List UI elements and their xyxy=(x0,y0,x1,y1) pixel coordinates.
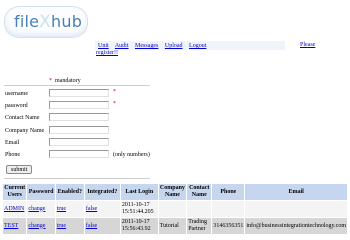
phone-cell: 3146356351 xyxy=(212,218,245,234)
logo-text: fileXhub xyxy=(14,12,82,32)
last-login-cell: 2011-10-17 15:56:43.92 xyxy=(120,218,158,234)
logo-part-file: file xyxy=(14,12,40,31)
col-header-email: Email xyxy=(245,184,347,200)
col-header-integrated: Integrated? xyxy=(84,184,120,200)
users-table: Current Users Password Enabled? Integrat… xyxy=(2,183,348,235)
company-name-label: Company Name xyxy=(5,127,45,134)
nav-bar: Unit Audit Messages Upload Logout xyxy=(95,41,285,50)
username-field[interactable] xyxy=(49,89,109,97)
integrated-toggle-link[interactable]: false xyxy=(86,206,97,212)
nav-link-messages[interactable]: Messages xyxy=(135,43,158,49)
nav-link-logout[interactable]: Logout xyxy=(189,43,206,49)
nav-link-register[interactable]: register!! xyxy=(96,49,118,57)
contact-name-cell: Trading Partner xyxy=(187,218,212,234)
phone-cell xyxy=(212,201,245,217)
col-header-company-name: Company Name xyxy=(158,184,187,200)
change-password-link[interactable]: change xyxy=(28,223,45,229)
col-header-phone: Phone xyxy=(212,184,245,200)
password-field[interactable] xyxy=(49,101,109,110)
form-row-company-name: Company Name xyxy=(4,125,150,137)
contact-name-label: Contact Name xyxy=(5,115,40,122)
username-label: username xyxy=(5,91,28,97)
mandatory-text: mandatory xyxy=(55,78,81,84)
nav-link-upload[interactable]: Upload xyxy=(165,43,183,49)
submit-button[interactable]: submit xyxy=(6,165,33,174)
username-required-star: * xyxy=(113,89,116,95)
col-header-current-users: Current Users xyxy=(3,184,27,200)
company-name-field[interactable] xyxy=(49,125,109,134)
email-cell xyxy=(245,201,347,217)
company-name-cell xyxy=(158,201,187,217)
enabled-toggle-link[interactable]: true xyxy=(57,223,66,229)
last-login-cell: 2011-10-17 15:51:44.205 xyxy=(120,201,158,217)
logo-part-hub: hub xyxy=(51,12,83,31)
user-form: * mandatory username * password * Contac… xyxy=(4,76,150,161)
form-row-contact-name: Contact Name xyxy=(4,112,150,124)
form-row-phone: Phone (only numbers) xyxy=(4,149,150,161)
phone-field[interactable] xyxy=(49,149,109,158)
password-label: password xyxy=(5,103,28,110)
mandatory-note: * mandatory xyxy=(4,76,150,88)
col-header-password: Password xyxy=(27,184,55,200)
phone-label: Phone xyxy=(5,151,20,158)
nav-link-please[interactable]: Please xyxy=(300,41,315,49)
form-row-email: Email xyxy=(4,137,150,149)
email-cell: info@businessintegrationtechnology.com xyxy=(245,218,347,234)
user-link[interactable]: ADMIN xyxy=(4,206,24,212)
col-header-enabled: Enabled? xyxy=(55,184,84,200)
table-row: TEST change true false 2011-10-17 15:56:… xyxy=(3,218,347,234)
email-label: Email xyxy=(5,139,20,146)
filexhub-logo: fileXhub xyxy=(4,6,88,38)
password-required-star: * xyxy=(113,101,116,108)
user-link[interactable]: TEST xyxy=(4,223,18,229)
contact-name-cell xyxy=(187,201,212,217)
contact-name-field[interactable] xyxy=(49,113,109,122)
table-row: ADMIN change true false 2011-10-17 15:51… xyxy=(3,201,347,217)
table-header-row: Current Users Password Enabled? Integrat… xyxy=(3,184,347,200)
integrated-toggle-link[interactable]: false xyxy=(86,223,97,229)
col-header-last-login: Last Login xyxy=(120,184,158,200)
phone-only-numbers-note: (only numbers) xyxy=(113,151,150,158)
company-name-cell: Tutorial xyxy=(158,218,187,234)
change-password-link[interactable]: change xyxy=(28,206,45,212)
form-row-password: password * xyxy=(4,100,150,112)
logo-part-x: X xyxy=(39,12,52,32)
mandatory-star: * xyxy=(49,78,52,84)
email-field[interactable] xyxy=(49,137,109,146)
col-header-contact-name: Contact Name xyxy=(187,184,212,200)
enabled-toggle-link[interactable]: true xyxy=(57,206,66,212)
form-row-username: username * xyxy=(4,88,150,100)
